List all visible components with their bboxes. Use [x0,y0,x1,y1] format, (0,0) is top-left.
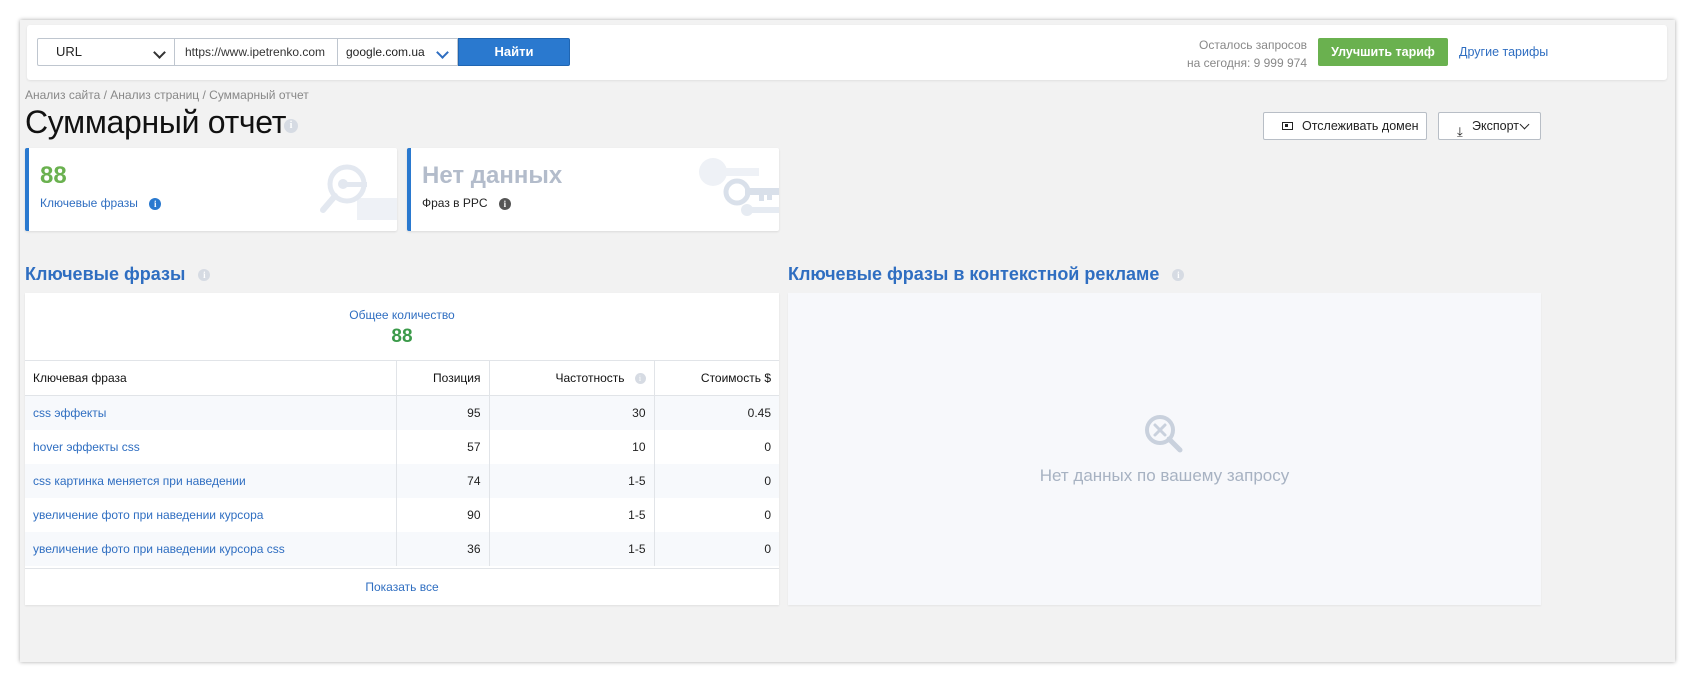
frequency-cell: 1-5 [489,464,655,498]
keywords-panel: Общее количество 88 Ключевая фраза Позиц… [25,293,779,605]
ppc-stat-label: Фраз в PPC i [422,196,511,210]
ppc-section-title: Ключевые фразы в контекстной рекламе i [788,264,1185,285]
info-icon[interactable]: i [498,197,511,210]
monitor-icon [1282,122,1293,130]
info-icon[interactable]: i [634,373,646,385]
requests-remaining: Осталось запросов на сегодня: 9 999 974 [1127,36,1307,72]
ppc-panel: Нет данных по вашему запросу [788,293,1541,605]
table-row: css картинка меняется при наведении 74 1… [25,464,779,498]
search-type-value: URL [56,44,83,59]
cost-cell: 0 [654,498,779,532]
keywords-section-title: Ключевые фразы i [25,264,211,285]
download-icon: ⤓ [1457,124,1463,139]
column-header-phrase[interactable]: Ключевая фраза [25,360,397,396]
keyword-link[interactable]: увеличение фото при наведении курсора [25,498,397,532]
track-domain-button[interactable]: Отслеживать домен [1263,112,1427,140]
position-cell: 90 [396,498,490,532]
keys-icon [699,158,779,216]
frequency-cell: 1-5 [489,532,655,566]
keywords-stat-label: Ключевые фразы i [40,196,162,210]
search-type-select[interactable]: URL [37,38,175,66]
page-title: Суммарный отчет [25,104,287,140]
upgrade-plan-button[interactable]: Улучшить тариф [1318,38,1448,66]
info-icon[interactable]: i [284,119,298,133]
magnifier-key-icon [320,164,397,220]
other-plans-link[interactable]: Другие тарифы [1459,45,1548,59]
search-x-icon [1145,415,1183,453]
cost-cell: 0 [654,430,779,464]
column-header-frequency-text: Частотность [555,371,625,385]
cost-cell: 0 [654,464,779,498]
position-cell: 95 [396,395,490,430]
total-count-value: 88 [391,326,413,347]
column-header-frequency[interactable]: Частотность i [489,360,655,396]
search-engine-select[interactable]: google.com.ua [338,38,458,66]
keyword-link[interactable]: css картинка меняется при наведении [25,464,397,498]
keywords-table: Ключевая фраза Позиция Частотность i Стои… [25,360,779,566]
column-header-cost[interactable]: Стоимость $ [654,360,779,396]
track-domain-label: Отслеживать домен [1302,119,1419,133]
info-icon[interactable]: i [198,269,211,282]
keyword-link[interactable]: css эффекты [25,395,397,430]
ppc-stat-card[interactable]: Нет данных Фраз в PPC i [407,148,779,231]
frequency-cell: 10 [489,430,655,464]
export-button[interactable]: ⤓ Экспорт [1438,112,1541,140]
table-row: увеличение фото при наведении курсора 90… [25,498,779,532]
position-cell: 57 [396,430,490,464]
keywords-stat-label-text: Ключевые фразы [40,196,138,210]
ppc-section-title-text: Ключевые фразы в контекстной рекламе [788,264,1160,284]
cost-cell: 0.45 [654,395,779,430]
chevron-down-icon [436,46,449,59]
export-label: Экспорт [1472,119,1519,133]
chevron-down-icon [1519,119,1530,130]
keywords-stat-card[interactable]: 88 Ключевые фразы i [25,148,397,231]
position-cell: 74 [396,464,490,498]
position-cell: 36 [396,532,490,566]
cost-cell: 0 [654,532,779,566]
frequency-cell: 30 [489,395,655,430]
breadcrumb[interactable]: Анализ сайта / Анализ страниц / Суммарны… [25,88,309,102]
show-all-link[interactable]: Показать все [25,568,779,606]
ppc-count: Нет данных [422,162,563,189]
table-row: увеличение фото при наведении курсора cs… [25,532,779,566]
keywords-count: 88 [40,162,67,189]
search-engine-value: google.com.ua [346,45,425,59]
app-window: URL google.com.ua Найти Осталось запросо… [20,20,1675,662]
frequency-cell: 1-5 [489,498,655,532]
keyword-link[interactable]: hover эффекты css [25,430,397,464]
table-row: hover эффекты css 57 10 0 [25,430,779,464]
table-row: css эффекты 95 30 0.45 [25,395,779,430]
url-input[interactable] [175,38,338,66]
table-header-row: Ключевая фраза Позиция Частотность i Стои… [25,360,779,396]
chevron-down-icon [153,46,166,59]
info-icon[interactable]: i [149,197,162,210]
requests-remaining-line2: на сегодня: 9 999 974 [1186,56,1307,70]
ppc-stat-label-text: Фраз в PPC [422,196,488,210]
keyword-link[interactable]: увеличение фото при наведении курсора cs… [25,532,397,566]
find-button[interactable]: Найти [458,38,570,66]
total-count-label: Общее количество [349,308,455,322]
keywords-section-title-text: Ключевые фразы [25,264,186,284]
search-bar: URL google.com.ua Найти Осталось запросо… [27,25,1667,80]
info-icon[interactable]: i [1172,269,1185,282]
requests-remaining-line1: Осталось запросов [1199,38,1307,52]
empty-state-text: Нет данных по вашему запросу [1039,466,1290,485]
column-header-position[interactable]: Позиция [396,360,490,396]
